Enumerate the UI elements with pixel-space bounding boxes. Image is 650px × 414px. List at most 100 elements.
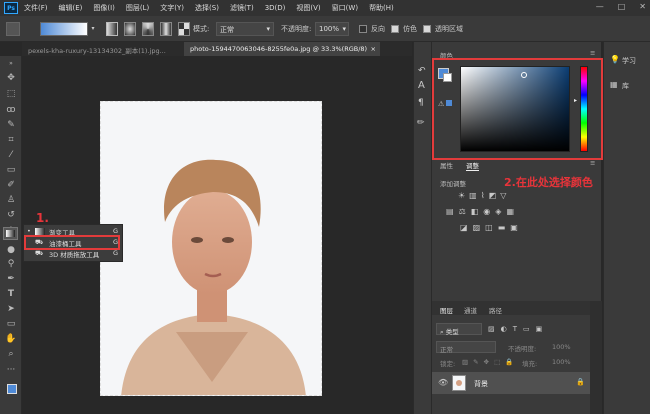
pixel-filter-icon[interactable]: ▨ — [488, 325, 495, 333]
invert-icon[interactable]: ◪ — [460, 223, 468, 232]
lasso-tool-icon[interactable]: ꝏ — [5, 104, 17, 116]
mode-select[interactable]: 正常 ▾ — [216, 22, 274, 36]
brightness-icon[interactable]: ☀ — [458, 191, 465, 200]
menu-file[interactable]: 文件(F) — [24, 3, 48, 13]
layer-opacity-value[interactable]: 100% — [552, 343, 571, 351]
crop-tool-icon[interactable]: ⌗ — [5, 134, 17, 146]
channel-mixer-icon[interactable]: ◈ — [495, 207, 501, 216]
layers-scrollbar[interactable] — [590, 301, 602, 414]
photo-filter-icon[interactable]: ◉ — [483, 207, 490, 216]
close-icon[interactable]: × — [371, 45, 376, 53]
menu-select[interactable]: 选择(S) — [195, 3, 219, 13]
healing-brush-tool-icon[interactable]: ▭ — [5, 164, 17, 176]
black-white-icon[interactable]: ◧ — [471, 207, 479, 216]
brush-settings-icon[interactable]: ✏ — [417, 118, 425, 128]
blur-tool-icon[interactable]: ● — [5, 244, 17, 256]
tab-paths[interactable]: 路径 — [489, 305, 502, 315]
gradient-picker[interactable] — [40, 22, 88, 36]
tab-adjustments[interactable]: 调整 — [466, 160, 479, 171]
eyedropper-tool-icon[interactable]: ⁄ — [5, 149, 17, 161]
history-icon[interactable]: ↶ — [418, 66, 426, 76]
gradient-map-icon[interactable]: ▬ — [498, 223, 506, 232]
menu-view[interactable]: 视图(V) — [296, 3, 320, 13]
color-balance-icon[interactable]: ⚖ — [459, 207, 466, 216]
angle-gradient-button[interactable] — [142, 22, 154, 36]
menu-image[interactable]: 图像(I) — [93, 3, 115, 13]
color-lookup-icon[interactable]: ▦ — [506, 207, 514, 216]
menu-3d[interactable]: 3D(D) — [265, 4, 286, 12]
reflected-gradient-button[interactable] — [160, 22, 172, 36]
foreground-color-swatch[interactable] — [7, 384, 17, 394]
library-icon[interactable]: ▦ — [610, 80, 618, 89]
library-button[interactable]: 库 — [622, 81, 629, 91]
tab-properties[interactable]: 属性 — [440, 160, 453, 170]
document-canvas[interactable] — [100, 101, 322, 396]
dodge-tool-icon[interactable]: ⚲ — [5, 258, 17, 270]
menu-type[interactable]: 文字(Y) — [160, 3, 184, 13]
lock-position-icon[interactable]: ✥ — [484, 358, 489, 366]
selective-color-icon[interactable]: ▣ — [510, 223, 518, 232]
menu-help[interactable]: 帮助(H) — [369, 3, 394, 13]
visibility-eye-icon[interactable]: 👁 — [438, 378, 448, 387]
opacity-input[interactable]: 100% ▾ — [315, 22, 349, 36]
tab-document-2[interactable]: photo-1594470063046-8255fe0a.jpg @ 33.3%… — [184, 42, 380, 56]
exposure-icon[interactable]: ◩ — [489, 191, 497, 200]
history-brush-tool-icon[interactable]: ↺ — [5, 209, 17, 221]
reverse-checkbox[interactable] — [359, 25, 367, 33]
layer-kind-filter[interactable]: ⌕ 类型 — [436, 323, 482, 336]
path-select-tool-icon[interactable]: ➤ — [5, 303, 17, 315]
vibrance-icon[interactable]: ▽ — [500, 191, 506, 200]
learn-button[interactable]: 学习 — [622, 56, 636, 66]
maximize-button[interactable]: □ — [618, 2, 626, 11]
levels-icon[interactable]: ▥ — [469, 191, 477, 200]
tab-channels[interactable]: 通道 — [464, 305, 477, 315]
curves-icon[interactable]: ⌇ — [481, 191, 485, 200]
tab-document-1[interactable]: pexels-kha-ruxury-13134302_副本(1).jpg... — [22, 42, 182, 56]
rectangle-tool-icon[interactable]: ▭ — [5, 318, 17, 330]
hand-tool-icon[interactable]: ✋ — [5, 333, 17, 345]
threshold-icon[interactable]: ◫ — [485, 223, 493, 232]
diamond-gradient-button[interactable] — [178, 22, 190, 36]
toolbar-collapse-icon[interactable]: » — [5, 58, 17, 70]
move-tool-icon[interactable]: ✥ — [5, 72, 17, 84]
zoom-tool-icon[interactable]: ⌕ — [5, 348, 17, 360]
dither-checkbox[interactable] — [391, 25, 399, 33]
artboard-lock-icon[interactable]: ⬚ — [494, 358, 500, 366]
brush-tool-icon[interactable]: ✐ — [5, 179, 17, 191]
gradient-dropdown-icon[interactable]: ▾ — [88, 22, 98, 36]
blend-mode-select[interactable]: 正常 — [436, 341, 496, 354]
panel-menu-icon[interactable]: ≡ — [590, 159, 595, 167]
gradient-tool-icon[interactable] — [3, 227, 18, 240]
linear-gradient-button[interactable] — [106, 22, 118, 36]
paragraph-panel-icon[interactable]: ¶ — [418, 98, 424, 108]
tool-preset-picker[interactable] — [6, 22, 20, 36]
panel-menu-icon[interactable]: ≡ — [590, 49, 595, 57]
lock-all-icon[interactable]: 🔒 — [505, 358, 513, 366]
minimize-button[interactable]: — — [596, 2, 604, 11]
clone-stamp-tool-icon[interactable]: ♙ — [5, 194, 17, 206]
menu-filter[interactable]: 滤镜(T) — [230, 3, 254, 13]
layer-row-background[interactable]: 👁 背景 🔒 — [432, 372, 590, 394]
marquee-tool-icon[interactable]: ⬚ — [5, 88, 17, 100]
menu-window[interactable]: 窗口(W) — [332, 3, 358, 13]
tab-layers[interactable]: 图层 — [440, 305, 453, 315]
close-button[interactable]: ✕ — [639, 2, 646, 11]
menu-layer[interactable]: 图层(L) — [126, 3, 149, 13]
quick-select-tool-icon[interactable]: ✎ — [5, 119, 17, 131]
transparency-checkbox[interactable] — [423, 25, 431, 33]
flyout-item-3d-material-drop[interactable]: ⛟ 3D 材质拖放工具 G — [24, 249, 124, 260]
posterize-icon[interactable]: ▨ — [473, 223, 481, 232]
shape-filter-icon[interactable]: ▭ — [523, 325, 530, 333]
radial-gradient-button[interactable] — [124, 22, 136, 36]
lock-transparency-icon[interactable]: ▨ — [462, 358, 468, 366]
more-tools-icon[interactable]: ··· — [5, 364, 17, 376]
learn-icon[interactable]: 💡 — [610, 55, 620, 64]
adjustment-filter-icon[interactable]: ◐ — [501, 325, 507, 333]
menu-edit[interactable]: 编辑(E) — [59, 3, 83, 13]
hue-saturation-icon[interactable]: ▤ — [446, 207, 454, 216]
type-filter-icon[interactable]: T — [513, 325, 517, 333]
lock-pixels-icon[interactable]: ✎ — [473, 358, 478, 366]
smart-object-filter-icon[interactable]: ▣ — [536, 325, 543, 333]
character-panel-icon[interactable]: A — [418, 80, 425, 91]
pen-tool-icon[interactable]: ✒ — [5, 273, 17, 285]
